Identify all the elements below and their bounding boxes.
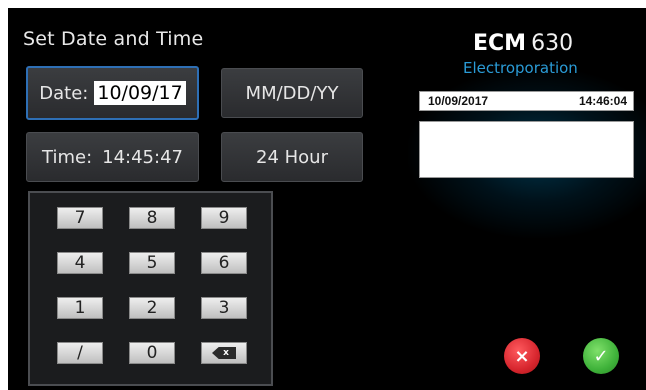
backspace-icon: x <box>212 347 236 359</box>
key-7[interactable]: 7 <box>57 207 103 229</box>
key-slash[interactable]: / <box>57 342 103 364</box>
date-format-label: MM/DD/YY <box>245 82 339 104</box>
status-time: 14:46:04 <box>578 94 627 108</box>
date-button[interactable]: Date: 10/09/17 <box>26 66 199 120</box>
brand-model: 630 <box>531 31 574 56</box>
confirm-button[interactable]: ✓ <box>583 338 619 374</box>
numeric-keypad: 7 8 9 4 5 6 1 2 3 / 0 x <box>28 191 273 386</box>
date-input[interactable]: 10/09/17 <box>94 81 186 105</box>
key-2[interactable]: 2 <box>129 297 175 319</box>
time-value: 14:45:47 <box>102 146 183 168</box>
date-format-button[interactable]: MM/DD/YY <box>221 68 363 118</box>
key-9[interactable]: 9 <box>201 207 247 229</box>
key-5[interactable]: 5 <box>129 252 175 274</box>
key-6[interactable]: 6 <box>201 252 247 274</box>
hour-mode-button[interactable]: 24 Hour <box>221 132 363 182</box>
page-title: Set Date and Time <box>23 28 204 50</box>
hour-mode-label: 24 Hour <box>256 146 328 168</box>
datetime-status-bar: 10/09/2017 14:46:04 <box>419 91 634 111</box>
brand-logo: ECM 630 <box>473 31 573 56</box>
status-date: 10/09/2017 <box>428 94 489 108</box>
brand-name: ECM <box>473 31 527 56</box>
check-icon: ✓ <box>593 345 609 367</box>
device-screen: Set Date and Time Date: 10/09/17 MM/DD/Y… <box>8 8 646 390</box>
close-icon: × <box>514 345 530 367</box>
backspace-button[interactable]: x <box>201 342 247 364</box>
date-label: Date: <box>39 82 89 104</box>
message-panel <box>419 121 634 178</box>
key-4[interactable]: 4 <box>57 252 103 274</box>
brand-subtitle: Electroporation <box>463 59 578 77</box>
time-label: Time: <box>42 146 93 168</box>
key-0[interactable]: 0 <box>129 342 175 364</box>
cancel-button[interactable]: × <box>504 338 540 374</box>
key-3[interactable]: 3 <box>201 297 247 319</box>
key-1[interactable]: 1 <box>57 297 103 319</box>
key-8[interactable]: 8 <box>129 207 175 229</box>
time-button[interactable]: Time: 14:45:47 <box>26 132 199 182</box>
